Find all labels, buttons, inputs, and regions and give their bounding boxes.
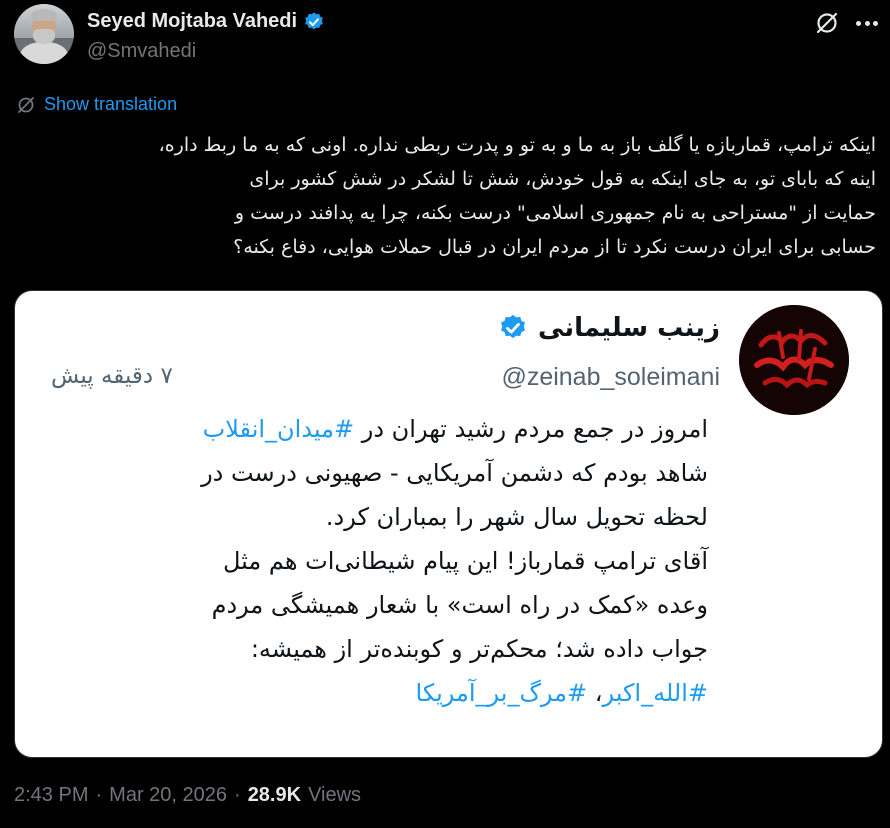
quoted-avatar[interactable]	[739, 305, 849, 415]
quoted-name-row: زینب سلیمانی	[498, 313, 720, 343]
author-handle[interactable]: @Smvahedi	[87, 40, 196, 63]
quoted-verified-badge-icon	[501, 314, 526, 339]
quoted-line-text: امروز در جمع مردم رشید تهران در	[354, 415, 708, 443]
quoted-tweet-card[interactable]: زینب سلیمانی @zeinab_soleimani ۷ دقیقه پ…	[14, 290, 883, 758]
quoted-line: امروز در جمع مردم رشید تهران در #میدان_ا…	[51, 407, 708, 451]
quoted-avatar-art	[739, 305, 849, 415]
tweet-date[interactable]: Mar 20, 2026	[109, 784, 227, 807]
quoted-line: لحظه تحویل سال شهر را بمباران کرد.	[325, 503, 708, 531]
tweet-time[interactable]: 2:43 PM	[14, 784, 88, 807]
meta-separator: ·	[95, 784, 103, 806]
hashtag-link[interactable]: #میدان_انقلاب	[203, 415, 355, 443]
quoted-line: وعده «کمک در راه است» با شعار همیشگی مرد…	[211, 591, 708, 619]
views-count[interactable]: 28.9K	[248, 784, 301, 807]
tweet-line: اینکه ترامپ، قماربازه یا گلف باز به ما و…	[158, 134, 876, 156]
author-avatar[interactable]	[14, 4, 74, 64]
quoted-line: شاهد بودم که دشمن آمریکایی - صهیونی درست…	[201, 459, 708, 487]
quoted-author-name[interactable]: زینب سلیمانی	[538, 313, 720, 343]
quoted-tweet-text: امروز در جمع مردم رشید تهران در #میدان_ا…	[51, 407, 708, 715]
tweet-meta: 2:43 PM · Mar 20, 2026 · 28.9K Views	[14, 784, 361, 807]
hashtag-separator: ،	[587, 679, 603, 707]
hashtag-link[interactable]: #مرگ_بر_آمریکا	[416, 679, 588, 707]
show-translation-label[interactable]: Show translation	[44, 94, 177, 115]
more-icon[interactable]	[854, 10, 880, 36]
hashtag-link[interactable]: #الله_اکبر	[603, 679, 708, 707]
quoted-line: جواب داده شد؛ محکم‌تر و کوبنده‌تر از همی…	[250, 635, 708, 663]
views-label: Views	[308, 784, 362, 806]
quoted-hashtags-line: #الله_اکبر، #مرگ_بر_آمریکا	[51, 671, 708, 715]
author-name-row: Seyed Mojtaba Vahedi	[87, 10, 325, 33]
grok-icon[interactable]	[814, 10, 840, 36]
tweet-line: حمایت از "مستراحی به نام جمهوری اسلامی" …	[234, 202, 876, 224]
quoted-timestamp[interactable]: ۷ دقیقه پیش	[51, 363, 173, 389]
tweet-line: اینه که بابای تو، به جای اینکه به قول خو…	[249, 168, 876, 190]
quoted-author-handle[interactable]: @zeinab_soleimani	[501, 363, 720, 392]
translate-icon	[18, 96, 34, 113]
show-translation-link[interactable]: Show translation	[16, 94, 177, 115]
tweet-header: Seyed Mojtaba Vahedi @Smvahedi	[14, 4, 878, 66]
tweet-text: اینکه ترامپ، قماربازه یا گلف باز به ما و…	[14, 128, 876, 264]
tweet-line: حسابی برای ایران درست نکرد تا از مردم ای…	[233, 236, 876, 258]
quoted-line: آقای ترامپ قمارباز! این پیام شیطانی‌ات ه…	[222, 547, 708, 575]
verified-badge-icon	[305, 11, 323, 29]
author-name[interactable]: Seyed Mojtaba Vahedi	[87, 10, 297, 33]
meta-separator: ·	[234, 784, 241, 806]
